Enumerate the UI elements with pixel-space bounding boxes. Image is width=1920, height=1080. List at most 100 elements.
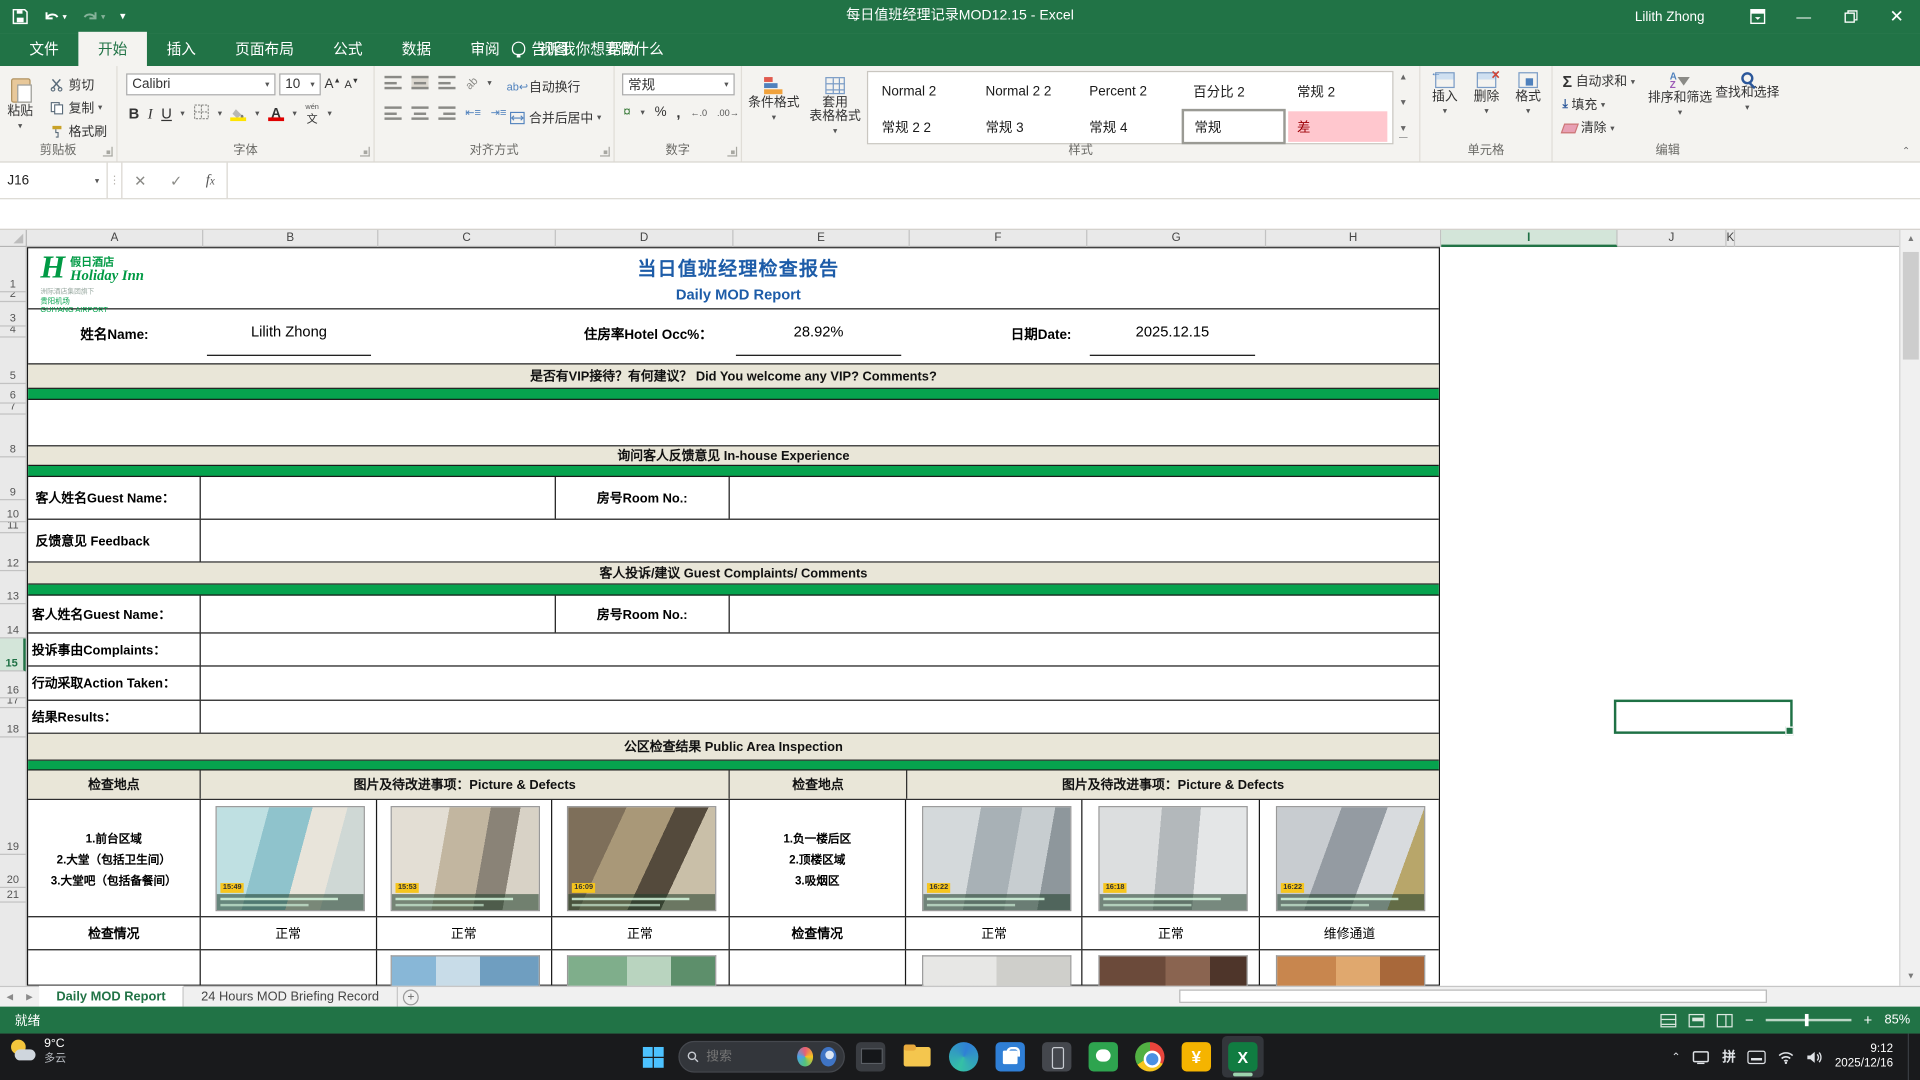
results-label-cell[interactable]: 结果Results： <box>28 701 201 733</box>
page-break-view-icon[interactable] <box>1717 1013 1733 1026</box>
insert-function-icon[interactable]: fx <box>206 171 215 189</box>
guest-name-label-cell-2[interactable]: 客人姓名Guest Name： <box>28 596 201 633</box>
report-title[interactable]: 当日值班经理检查报告 Daily MOD Report <box>396 254 1082 303</box>
format-cells-button[interactable]: 格式▾ <box>1509 66 1548 142</box>
cell-style-option[interactable]: 常规 2 <box>1286 73 1390 108</box>
percent-style-icon[interactable]: % <box>655 105 667 120</box>
paste-button[interactable]: 粘贴▾ <box>7 72 33 148</box>
section-inhouse[interactable]: 询问客人反馈意见 In-house Experience <box>28 446 1439 466</box>
guest-name-label-cell[interactable]: 客人姓名Guest Name： <box>28 477 201 519</box>
search-input[interactable] <box>706 1049 789 1064</box>
sheet-tab[interactable]: 24 Hours MOD Briefing Record <box>184 987 397 1007</box>
status-cell[interactable]: 正常 <box>201 917 377 949</box>
sheet-nav-right-icon[interactable]: ▶ <box>20 987 40 1007</box>
column-header[interactable]: D <box>556 230 734 247</box>
inspection-photo-smoking-area[interactable]: 16:22 <box>1276 806 1425 911</box>
orientation-icon[interactable]: ab <box>463 74 480 91</box>
align-bottom-icon[interactable] <box>438 76 455 89</box>
format-as-table-button[interactable]: 套用表格格式▾ <box>806 71 865 147</box>
row-header[interactable]: 20 <box>0 855 26 888</box>
cast-icon[interactable] <box>1693 1050 1710 1063</box>
column-header[interactable]: E <box>733 230 909 247</box>
ribbon-display-options-icon[interactable] <box>1734 0 1781 33</box>
taskbar-app-finance[interactable]: ¥ <box>1176 1036 1218 1078</box>
partial-photo[interactable] <box>1276 955 1425 986</box>
number-dialog-launcher[interactable] <box>727 147 737 157</box>
column-header[interactable]: H <box>1266 230 1441 247</box>
room-no-label-cell-2[interactable]: 房号Room No.: <box>556 596 730 633</box>
zoom-level[interactable]: 85% <box>1884 1013 1910 1028</box>
column-header[interactable]: B <box>203 230 378 247</box>
insert-cells-button[interactable]: 插入▾ <box>1425 66 1464 142</box>
align-top-icon[interactable] <box>384 76 401 89</box>
partial-photo[interactable] <box>391 955 540 986</box>
phonetic-guide-button[interactable]: wén 文 <box>305 103 318 125</box>
guest-name-input-cell-2[interactable] <box>201 596 556 633</box>
row-header[interactable]: 10 <box>0 500 26 522</box>
cells-canvas[interactable]: H 假日酒店 Holiday Inn 洲际酒店集团旗下 贵阳机场GUIYANG … <box>27 247 1899 986</box>
fill-color-button[interactable] <box>231 107 247 120</box>
merge-center-button[interactable]: 合并后居中▾ <box>509 106 601 128</box>
normal-view-icon[interactable] <box>1660 1013 1676 1026</box>
room-no-input-cell[interactable] <box>730 477 1439 519</box>
sheet-tab[interactable]: Daily MOD Report <box>39 986 184 1007</box>
inspection-photo-back-area[interactable]: 16:22 <box>922 806 1071 911</box>
occupancy-label-cell[interactable]: 住房率Hotel Occ%： <box>377 324 730 344</box>
copy-button[interactable]: 复制▾ <box>49 97 107 119</box>
collapse-ribbon-icon[interactable]: ⌃ <box>1902 146 1910 157</box>
areas-right-cell[interactable]: 1.负一楼后区2.顶楼区域3.吸烟区 <box>729 800 906 916</box>
row-header[interactable]: 11 <box>0 522 26 533</box>
name-value-cell[interactable]: Lilith Zhong <box>201 323 377 340</box>
active-cell-J16[interactable] <box>1614 700 1793 734</box>
font-color-button[interactable]: A <box>268 107 284 120</box>
cut-button[interactable]: 剪切 <box>49 73 107 95</box>
fill-button[interactable]: ⤓ 填充▾ <box>1562 94 1635 115</box>
status-cell[interactable]: 维修通道 <box>1260 917 1439 949</box>
name-box[interactable]: J16▾ <box>0 163 108 198</box>
status-cell[interactable]: 正常 <box>907 917 1083 949</box>
room-no-input-cell-2[interactable] <box>730 596 1439 633</box>
font-size-select[interactable]: 10▾ <box>279 73 321 95</box>
section-vip[interactable]: 是否有VIP接待？有何建议？ Did You welcome any VIP? … <box>28 364 1439 388</box>
restore-button[interactable] <box>1827 0 1874 33</box>
zoom-knob[interactable] <box>1805 1014 1809 1026</box>
tell-me-box[interactable]: 告诉我你想要做什么 <box>500 32 676 66</box>
column-header[interactable]: J <box>1618 230 1727 247</box>
section-complaints[interactable]: 客人投诉/建议 Guest Complaints/ Comments <box>28 563 1439 585</box>
alignment-dialog-launcher[interactable] <box>600 147 610 157</box>
cell-style-option[interactable]: 百分比 2 <box>1182 73 1286 108</box>
status-cell[interactable]: 正常 <box>377 917 552 949</box>
column-header[interactable]: K <box>1727 230 1736 247</box>
find-select-button[interactable]: 查找和选择▾ <box>1714 66 1780 142</box>
taskbar-app-dark[interactable] <box>850 1036 892 1078</box>
clear-button[interactable]: 清除▾ <box>1562 117 1635 138</box>
row-header[interactable]: 16 <box>0 671 26 698</box>
check-status-label[interactable]: 检查情况 <box>28 917 201 949</box>
complaints-label-cell[interactable]: 投诉事由Complaints： <box>28 634 201 666</box>
vip-comments-cell[interactable] <box>28 400 1439 446</box>
network-icon[interactable] <box>1779 1050 1795 1063</box>
row-header[interactable]: 21 <box>0 888 26 903</box>
decrease-indent-icon[interactable]: ⇤≡ <box>465 106 481 119</box>
autosum-button[interactable]: Σ 自动求和▾ <box>1562 71 1635 92</box>
volume-icon[interactable] <box>1807 1050 1823 1063</box>
pictures-header-left[interactable]: 图片及待改进事项：Picture & Defects <box>201 771 730 799</box>
ribbon-tab[interactable]: 页面布局 <box>216 32 314 66</box>
check-location-header[interactable]: 检查地点 <box>28 771 201 799</box>
name-label-cell[interactable]: 姓名Name: <box>28 324 201 344</box>
formula-input[interactable] <box>228 163 1920 198</box>
scroll-down-icon[interactable]: ▼ <box>1900 967 1920 985</box>
column-header[interactable]: A <box>27 230 203 247</box>
accounting-format-icon[interactable]: ¤ <box>623 105 631 120</box>
sheet-nav-left-icon[interactable]: ◀ <box>0 987 20 1007</box>
ribbon-tab[interactable]: 文件 <box>10 32 79 66</box>
align-left-icon[interactable] <box>384 106 401 119</box>
vertical-scroll-thumb[interactable] <box>1903 252 1919 360</box>
inspection-photo-corridor[interactable]: 16:18 <box>1098 806 1247 911</box>
taskbar-app-explorer[interactable] <box>896 1036 938 1078</box>
cell-style-option[interactable]: Normal 2 2 <box>974 73 1078 108</box>
weather-widget[interactable]: 9°C 多云 <box>10 1037 66 1065</box>
partial-photo[interactable] <box>922 955 1071 986</box>
row-header[interactable]: 9 <box>0 457 26 500</box>
zoom-in-icon[interactable]: + <box>1864 1012 1873 1029</box>
